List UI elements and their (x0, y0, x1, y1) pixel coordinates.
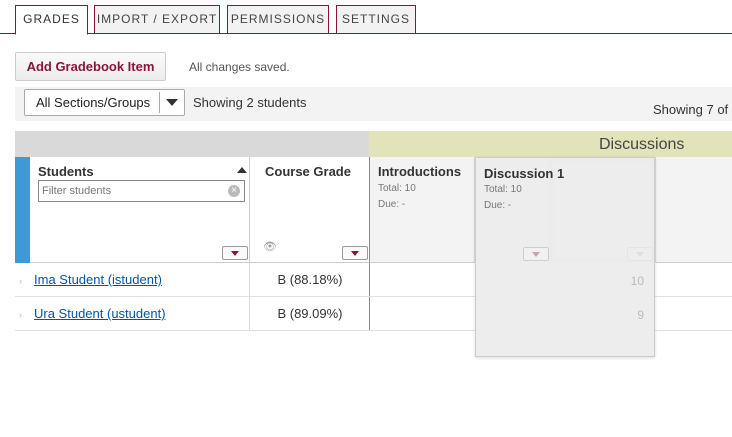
course-grade-menu-button[interactable] (342, 246, 368, 260)
header-filler (656, 157, 732, 263)
discussion-1-title: Discussion 1 (484, 166, 565, 181)
tab-permissions[interactable]: PERMISSIONS (227, 5, 329, 34)
section-select[interactable]: All Sections/Groups (24, 89, 185, 116)
tab-import-export[interactable]: IMPORT / EXPORT (94, 5, 220, 34)
add-gradebook-item-button[interactable]: Add Gradebook Item (15, 52, 166, 81)
students-column-header: Students (30, 157, 250, 263)
discussion-1-score-cell[interactable]: 10 (631, 274, 644, 288)
chevron-right-icon: › (19, 310, 22, 320)
introductions-title: Introductions (378, 164, 462, 179)
sort-ascending-icon[interactable] (237, 167, 247, 173)
filter-placeholder: Filter students (42, 185, 112, 197)
chevron-down-icon (166, 99, 178, 106)
fixed-columns-category-header (15, 131, 369, 157)
students-menu-button[interactable] (222, 246, 248, 260)
course-grade-cell: B (88.18%) (277, 272, 343, 287)
student-link[interactable]: Ura Student (ustudent) (34, 306, 166, 321)
column-divider (369, 263, 370, 296)
filter-students-input[interactable]: Filter students × (38, 180, 245, 202)
discussion-1-score-cell[interactable]: 9 (637, 308, 644, 322)
close-circle-icon[interactable]: × (228, 185, 240, 197)
tab-settings[interactable]: SETTINGS (336, 5, 416, 34)
column-divider (369, 297, 370, 330)
introductions-due: Due: - (378, 199, 406, 210)
ghost-menu-button (523, 247, 549, 261)
category-label: Discussions (599, 136, 685, 153)
student-link[interactable]: Ima Student (istudent) (34, 272, 162, 287)
course-grade-header-label: Course Grade (265, 164, 351, 179)
chevron-right-icon: › (19, 276, 22, 286)
showing-students-count: Showing 2 students (193, 95, 307, 110)
select-separator (159, 92, 160, 113)
eye-slash-icon[interactable]: 👁 (263, 240, 277, 253)
students-header-label: Students (38, 164, 94, 179)
discussion-1-total: Total: 10 (484, 184, 522, 195)
introductions-total: Total: 10 (378, 183, 416, 194)
course-grade-cell: B (89.09%) (277, 306, 343, 321)
section-select-value: All Sections/Groups (36, 95, 151, 110)
save-status: All changes saved. (189, 60, 290, 74)
dragging-column-discussion-1[interactable]: Discussion 1 Total: 10 Due: - 10 9 (475, 157, 655, 357)
selected-strip (15, 157, 30, 263)
discussion-1-due: Due: - (484, 200, 512, 211)
tab-grades[interactable]: GRADES (15, 5, 88, 35)
showing-items-count: Showing 7 of 7 (653, 102, 732, 117)
introductions-column-header: Introductions Total: 10 Due: - (370, 157, 475, 263)
